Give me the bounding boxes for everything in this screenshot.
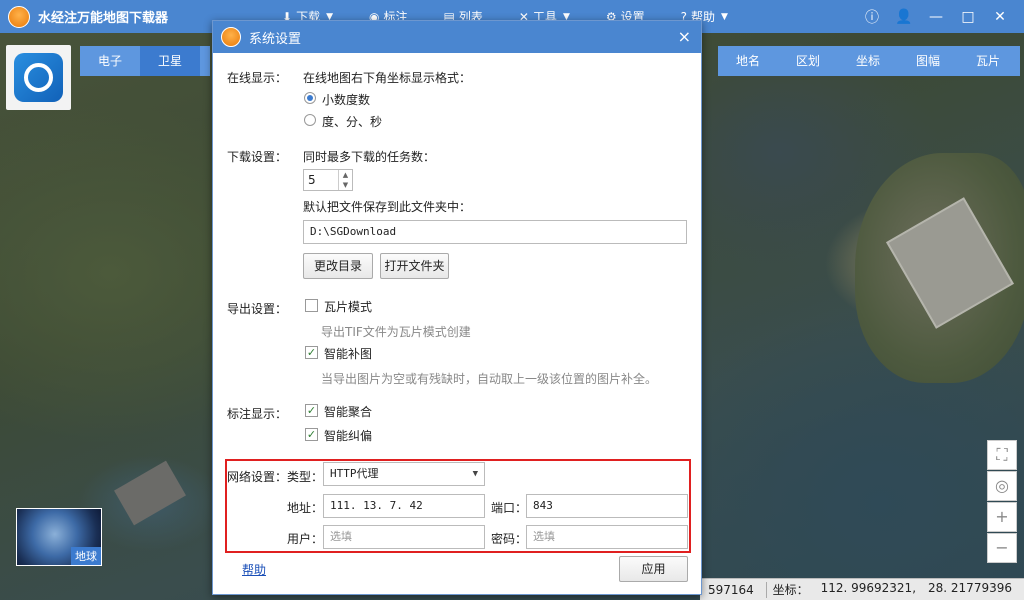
tool-tile[interactable]: 瓦片	[958, 46, 1018, 76]
maximize-button[interactable]: □	[952, 9, 984, 25]
proxy-user-field[interactable]: 选填	[323, 525, 485, 549]
tool-place-name[interactable]: 地名	[718, 46, 778, 76]
radio-dms[interactable]	[304, 114, 316, 126]
proxy-address-field[interactable]: 111. 13. 7. 42	[323, 494, 485, 518]
globe-label: 地球	[71, 547, 101, 565]
help-link[interactable]: 帮助	[242, 561, 266, 578]
app-logo-icon	[8, 5, 30, 28]
globe-logo-icon	[14, 53, 63, 102]
smart-fill-hint: 当导出图片为空或有残缺时，自动取上一级该位置的图片补全。	[321, 372, 658, 386]
map-logo[interactable]	[6, 45, 71, 110]
map-pier	[114, 460, 186, 526]
smart-merge-label: 智能聚合	[324, 405, 373, 419]
window-controls: ⓘ 👤 — □ ✕	[856, 0, 1016, 33]
proxy-password-label: 密码：	[491, 532, 528, 546]
save-dir-field[interactable]: D:\SGDownload	[303, 220, 687, 244]
map-type-bar: 电子 卫星	[80, 46, 210, 76]
radio-decimal-label: 小数度数	[322, 93, 371, 107]
smart-fill-checkbox[interactable]: ✓	[305, 346, 318, 359]
chevron-down-icon: ▼	[472, 469, 478, 479]
download-settings-label: 下载设置：	[227, 150, 288, 164]
zoom-out-button[interactable]: −	[987, 533, 1017, 563]
export-settings-label: 导出设置：	[227, 302, 288, 316]
map-type-satellite[interactable]: 卫星	[140, 46, 200, 76]
chevron-down-icon: ▼	[721, 11, 728, 22]
coord-label: 坐标：	[772, 583, 809, 597]
system-settings-dialog: 系统设置 × 在线显示： 在线地图右下角坐标显示格式： 小数度数 度、分、秒 下…	[212, 20, 702, 595]
save-dir-label: 默认把文件保存到此文件夹中：	[303, 200, 472, 214]
map-tools-bar: 地名 区划 坐标 图幅 瓦片	[718, 46, 1020, 76]
proxy-port-label: 端口：	[491, 501, 528, 515]
proxy-password-field[interactable]: 选填	[526, 525, 688, 549]
close-window-button[interactable]: ✕	[984, 9, 1016, 25]
tool-coordinate[interactable]: 坐标	[838, 46, 898, 76]
dialog-title: 系统设置	[249, 31, 302, 47]
radio-dms-label: 度、分、秒	[322, 115, 383, 129]
status-value: 597164	[708, 582, 754, 597]
zoom-controls: ⛶ ◎ + −	[987, 440, 1017, 564]
tile-mode-label: 瓦片模式	[324, 300, 373, 314]
network-settings-label: 网络设置：	[227, 470, 288, 484]
radio-decimal-degrees[interactable]	[304, 92, 316, 104]
proxy-type-select[interactable]: HTTP代理 ▼	[323, 462, 485, 486]
coord-lon: 112. 99692321,	[820, 581, 917, 595]
status-bar: 597164 坐标： 112. 99692321, 28. 21779396	[700, 578, 1024, 600]
stepper-arrows-icon[interactable]: ▲ ▼	[338, 170, 352, 190]
minimize-button[interactable]: —	[920, 9, 952, 25]
globe-switch[interactable]: 地球	[16, 508, 102, 566]
tile-mode-checkbox[interactable]	[305, 299, 318, 312]
smart-correct-checkbox[interactable]: ✓	[305, 428, 318, 441]
dialog-logo-icon	[221, 27, 241, 47]
zoom-in-button[interactable]: +	[987, 502, 1017, 532]
change-dir-button[interactable]: 更改目录	[303, 253, 373, 279]
smart-merge-checkbox[interactable]: ✓	[305, 404, 318, 417]
open-folder-button[interactable]: 打开文件夹	[380, 253, 449, 279]
proxy-user-label: 用户：	[287, 532, 324, 546]
info-icon[interactable]: ⓘ	[856, 7, 888, 27]
tool-division[interactable]: 区划	[778, 46, 838, 76]
map-type-electronic[interactable]: 电子	[80, 46, 140, 76]
online-display-label: 在线显示：	[227, 71, 288, 85]
locate-icon[interactable]: ◎	[987, 471, 1017, 501]
app-title: 水经注万能地图下载器	[38, 11, 169, 26]
coordinate-readout: 坐标： 112. 99692321, 28. 21779396	[773, 581, 1024, 598]
max-tasks-label: 同时最多下载的任务数：	[303, 150, 436, 164]
fit-extent-icon[interactable]: ⛶	[987, 440, 1017, 470]
close-icon[interactable]: ×	[678, 27, 691, 46]
smart-fill-label: 智能补图	[324, 347, 373, 361]
tile-mode-hint: 导出TIF文件为瓦片模式创建	[321, 325, 471, 339]
coord-format-desc: 在线地图右下角坐标显示格式：	[303, 71, 472, 85]
tool-sheet[interactable]: 图幅	[898, 46, 958, 76]
status-divider	[765, 581, 767, 598]
max-tasks-stepper[interactable]: 5 ▲ ▼	[303, 169, 353, 191]
smart-correct-label: 智能纠偏	[324, 429, 373, 443]
proxy-address-label: 地址：	[287, 501, 324, 515]
dialog-header: 系统设置 ×	[213, 21, 701, 53]
label-display-label: 标注显示：	[227, 407, 288, 421]
user-icon[interactable]: 👤	[888, 9, 920, 25]
proxy-type-label: 类型：	[287, 470, 324, 484]
apply-button[interactable]: 应用	[619, 556, 688, 582]
proxy-port-field[interactable]: 843	[526, 494, 688, 518]
coord-lat: 28. 21779396	[928, 581, 1012, 595]
